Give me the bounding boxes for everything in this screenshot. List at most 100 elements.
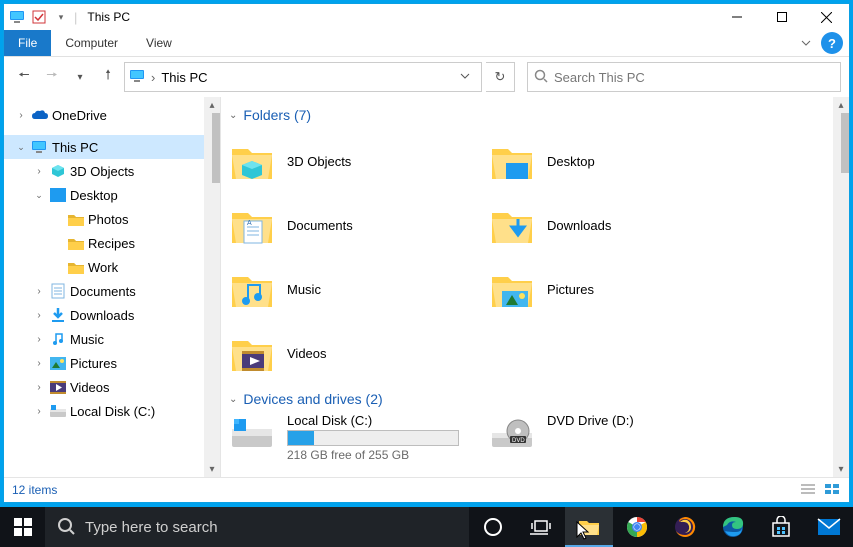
tree-this-pc[interactable]: ⌄ This PC: [4, 135, 220, 159]
taskbar-firefox[interactable]: [661, 507, 709, 547]
taskbar-search-placeholder: Type here to search: [85, 519, 218, 536]
downloads-icon: [489, 202, 535, 248]
desktop-icon: [489, 138, 535, 184]
folder-documents[interactable]: A Documents: [229, 193, 489, 257]
scroll-down-icon[interactable]: ▾: [833, 461, 849, 477]
maximize-button[interactable]: [759, 4, 804, 30]
folder-videos[interactable]: Videos: [229, 321, 489, 385]
chevron-right-icon[interactable]: ›: [32, 166, 46, 177]
scroll-up-icon[interactable]: ▴: [833, 97, 849, 113]
disk-usage-bar: [287, 430, 459, 446]
large-icons-view-button[interactable]: [823, 482, 841, 499]
desktop-icon: [48, 188, 68, 202]
documents-icon: [48, 283, 68, 299]
tree-downloads[interactable]: › Downloads: [4, 303, 220, 327]
taskbar-store[interactable]: [757, 507, 805, 547]
address-bar[interactable]: › This PC: [124, 62, 482, 92]
onedrive-icon: [30, 109, 50, 121]
address-dropdown-icon[interactable]: [453, 70, 477, 85]
chevron-right-icon[interactable]: ›: [32, 334, 46, 345]
tree-documents[interactable]: › Documents: [4, 279, 220, 303]
title-bar: ▾ | This PC: [4, 4, 849, 30]
ribbon: File Computer View ?: [4, 30, 849, 57]
tree-pictures[interactable]: › Pictures: [4, 351, 220, 375]
folder-icon: [66, 261, 86, 274]
back-button[interactable]: 🠔: [12, 63, 36, 91]
drive-local-disk-c[interactable]: Local Disk (C:) 218 GB free of 255 GB: [229, 413, 489, 473]
folder-music[interactable]: Music: [229, 257, 489, 321]
pictures-icon: [489, 266, 535, 312]
explorer-window: ▾ | This PC File Computer View ? 🠔 🠖 ▾ 🠕…: [3, 3, 850, 503]
tab-view[interactable]: View: [132, 30, 186, 56]
breadcrumb-this-pc[interactable]: This PC: [159, 70, 209, 85]
folder-pictures[interactable]: Pictures: [489, 257, 749, 321]
tab-file[interactable]: File: [4, 30, 51, 56]
chevron-down-icon[interactable]: ⌄: [229, 394, 237, 405]
tree-desktop[interactable]: ⌄ Desktop: [4, 183, 220, 207]
scroll-up-icon[interactable]: ▴: [204, 97, 220, 113]
folder-3d-objects[interactable]: 3D Objects: [229, 129, 489, 193]
videos-icon: [229, 330, 275, 376]
tree-recipes[interactable]: Recipes: [4, 231, 220, 255]
chevron-right-icon[interactable]: ›: [32, 286, 46, 297]
start-button[interactable]: [0, 507, 45, 547]
ribbon-expand-icon[interactable]: [793, 30, 819, 56]
navigation-pane: › OneDrive ⌄ This PC › 3D Objects ⌄: [4, 97, 221, 477]
breadcrumb-sep-icon[interactable]: ›: [151, 70, 155, 85]
tree-videos[interactable]: › Videos: [4, 375, 220, 399]
disk-icon: [48, 405, 68, 417]
dvd-drive-icon: DVD: [489, 413, 535, 453]
content-pane: ⌄ Folders (7) 3D Objects Desktop A Docum…: [221, 97, 849, 477]
recent-locations-button[interactable]: ▾: [68, 63, 92, 91]
sidebar-scrollbar[interactable]: ▴ ▾: [204, 97, 220, 477]
pictures-icon: [48, 357, 68, 370]
chevron-right-icon[interactable]: ›: [32, 310, 46, 321]
refresh-button[interactable]: ↻: [486, 62, 515, 92]
this-pc-icon: [30, 140, 50, 154]
tree-music[interactable]: › Music: [4, 327, 220, 351]
chevron-down-icon[interactable]: ⌄: [14, 142, 28, 153]
tree-photos[interactable]: Photos: [4, 207, 220, 231]
tree-work[interactable]: Work: [4, 255, 220, 279]
details-view-button[interactable]: [799, 482, 817, 499]
this-pc-icon: [8, 8, 26, 26]
group-folders-header[interactable]: ⌄ Folders (7): [229, 107, 833, 123]
up-button[interactable]: 🠕: [96, 63, 120, 91]
tree-3d-objects[interactable]: › 3D Objects: [4, 159, 220, 183]
documents-icon: A: [229, 202, 275, 248]
taskbar-edge[interactable]: [709, 507, 757, 547]
search-box[interactable]: Search This PC: [527, 62, 841, 92]
taskbar-mail[interactable]: [805, 507, 853, 547]
tree-onedrive[interactable]: › OneDrive: [4, 103, 220, 127]
search-placeholder: Search This PC: [554, 70, 645, 85]
group-drives-header[interactable]: ⌄ Devices and drives (2): [229, 391, 833, 407]
scroll-down-icon[interactable]: ▾: [204, 461, 220, 477]
drive-dvd-d[interactable]: DVD DVD Drive (D:): [489, 413, 749, 473]
qat-dropdown-icon[interactable]: ▾: [52, 8, 70, 26]
properties-icon[interactable]: [30, 8, 48, 26]
tab-computer[interactable]: Computer: [51, 30, 132, 56]
cortana-button[interactable]: [469, 507, 517, 547]
tree-local-disk-c[interactable]: › Local Disk (C:): [4, 399, 220, 423]
window-title: This PC: [81, 10, 130, 24]
chevron-right-icon[interactable]: ›: [32, 382, 46, 393]
task-view-button[interactable]: [517, 507, 565, 547]
help-button[interactable]: ?: [821, 32, 843, 54]
taskbar-search[interactable]: Type here to search: [45, 507, 469, 547]
close-button[interactable]: [804, 4, 849, 30]
folder-desktop[interactable]: Desktop: [489, 129, 749, 193]
this-pc-icon: [129, 69, 147, 86]
chevron-right-icon[interactable]: ›: [32, 358, 46, 369]
status-item-count: 12 items: [12, 483, 57, 497]
chevron-right-icon[interactable]: ›: [14, 110, 28, 121]
chevron-down-icon[interactable]: ⌄: [32, 190, 46, 201]
chevron-right-icon[interactable]: ›: [32, 406, 46, 417]
folder-downloads[interactable]: Downloads: [489, 193, 749, 257]
taskbar-chrome[interactable]: [613, 507, 661, 547]
forward-button[interactable]: 🠖: [40, 63, 64, 91]
content-scrollbar[interactable]: ▴ ▾: [833, 97, 849, 477]
svg-text:DVD: DVD: [512, 438, 525, 444]
minimize-button[interactable]: [714, 4, 759, 30]
chevron-down-icon[interactable]: ⌄: [229, 110, 237, 121]
music-icon: [48, 331, 68, 347]
